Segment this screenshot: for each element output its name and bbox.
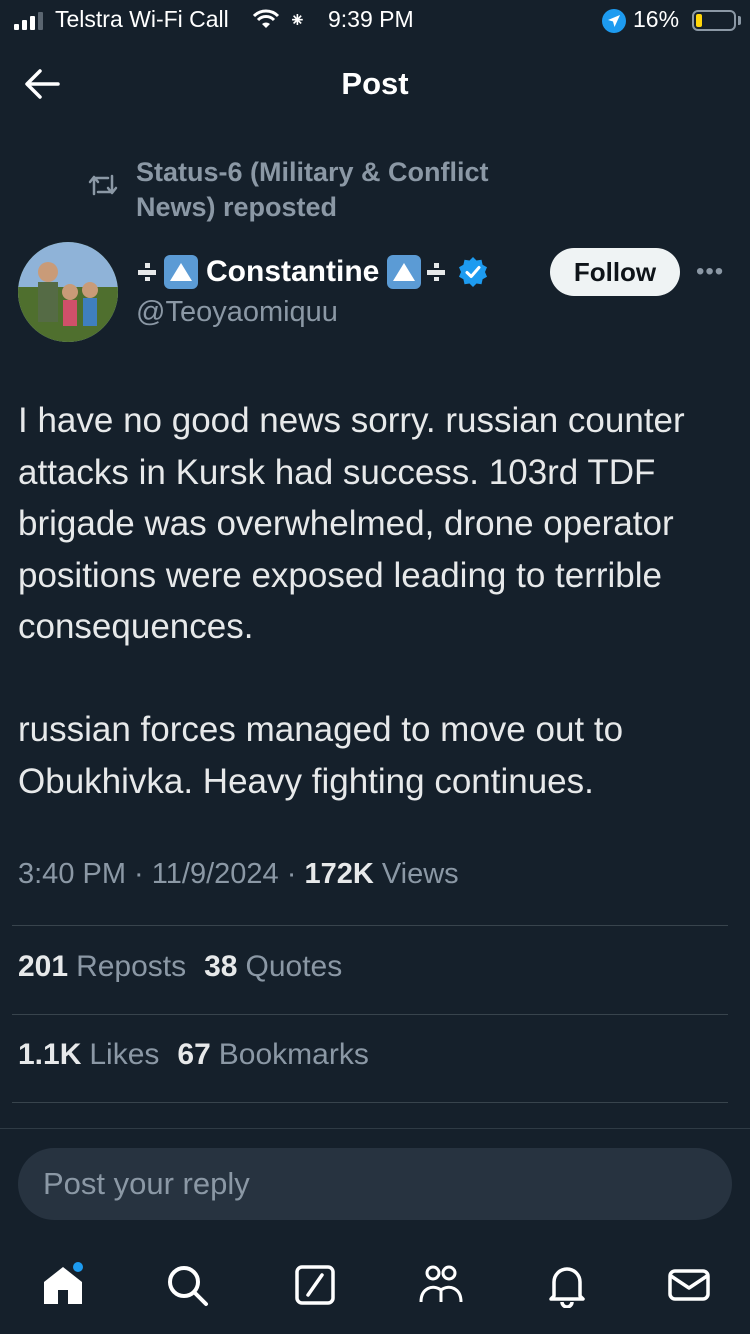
stats-row-likes: 1.1K Likes 67 Bookmarks xyxy=(18,1038,369,1072)
views-count: 172K xyxy=(304,858,374,890)
reposts-count: 201 xyxy=(18,950,69,983)
reposts-stat[interactable]: 201 Reposts xyxy=(18,950,186,984)
likes-stat[interactable]: 1.1K Likes xyxy=(18,1038,159,1072)
communities-icon[interactable] xyxy=(418,1262,464,1308)
post-time: 3:40 PM xyxy=(18,858,126,890)
status-bar: Telstra Wi-Fi Call ⁕ 9:39 PM 16% xyxy=(0,0,750,40)
likes-label: Likes xyxy=(89,1038,160,1071)
follow-button[interactable]: Follow xyxy=(550,248,680,296)
avatar[interactable] xyxy=(18,242,118,342)
post-text: I have no good news sorry. russian count… xyxy=(18,401,685,801)
search-icon[interactable] xyxy=(164,1262,210,1308)
notifications-icon[interactable] xyxy=(544,1262,590,1308)
reply-input[interactable]: Post your reply xyxy=(18,1148,732,1220)
carrier-label: Telstra Wi-Fi Call xyxy=(55,6,229,32)
up-arrow-emoji-icon xyxy=(387,255,422,289)
post-date: 11/9/2024 xyxy=(151,858,279,890)
stats-row-reposts: 201 Reposts 38 Quotes xyxy=(18,950,342,984)
wifi-icon xyxy=(252,9,280,28)
reply-bar-separator xyxy=(0,1128,750,1129)
quotes-stat[interactable]: 38 Quotes xyxy=(204,950,342,984)
meta-separator: · xyxy=(126,858,152,890)
reposts-label: Reposts xyxy=(76,950,187,983)
battery-nub xyxy=(738,16,741,25)
clock: 9:39 PM xyxy=(328,6,414,32)
location-icon xyxy=(602,9,626,33)
bookmarks-stat[interactable]: 67 Bookmarks xyxy=(177,1038,368,1072)
more-options-icon[interactable]: ••• xyxy=(696,258,724,286)
bookmarks-label: Bookmarks xyxy=(218,1038,369,1071)
author-handle[interactable]: @Teoyaomiquu xyxy=(136,296,338,329)
grok-icon[interactable] xyxy=(292,1262,338,1308)
views-label: Views xyxy=(381,858,459,890)
bookmarks-count: 67 xyxy=(177,1038,211,1071)
meta-separator: · xyxy=(278,858,305,890)
divider xyxy=(12,1102,728,1103)
signal-icon xyxy=(14,12,43,30)
author-name: Constantine xyxy=(206,255,380,288)
author-name-row[interactable]: Constantine xyxy=(136,250,489,294)
plus-emoji-icon xyxy=(425,261,448,283)
messages-icon[interactable] xyxy=(666,1262,712,1308)
plus-emoji-icon xyxy=(136,261,158,283)
page-title: Post xyxy=(341,66,409,101)
activity-spinner-icon: ⁕ xyxy=(289,10,306,32)
home-icon[interactable] xyxy=(40,1262,86,1308)
repost-icon xyxy=(88,174,118,196)
quotes-label: Quotes xyxy=(245,950,343,983)
repost-label[interactable]: Status-6 (Military & Conflict News) repo… xyxy=(136,155,556,225)
post-meta: 3:40 PM · 11/9/2024 · 172K Views xyxy=(18,858,459,891)
up-arrow-emoji-icon xyxy=(164,255,198,289)
divider xyxy=(12,925,728,926)
divider xyxy=(12,1014,728,1015)
battery-icon xyxy=(692,10,736,31)
verified-badge-icon xyxy=(459,257,488,287)
likes-count: 1.1K xyxy=(18,1038,82,1071)
quotes-count: 38 xyxy=(204,950,238,983)
battery-percent: 16% xyxy=(633,6,680,32)
